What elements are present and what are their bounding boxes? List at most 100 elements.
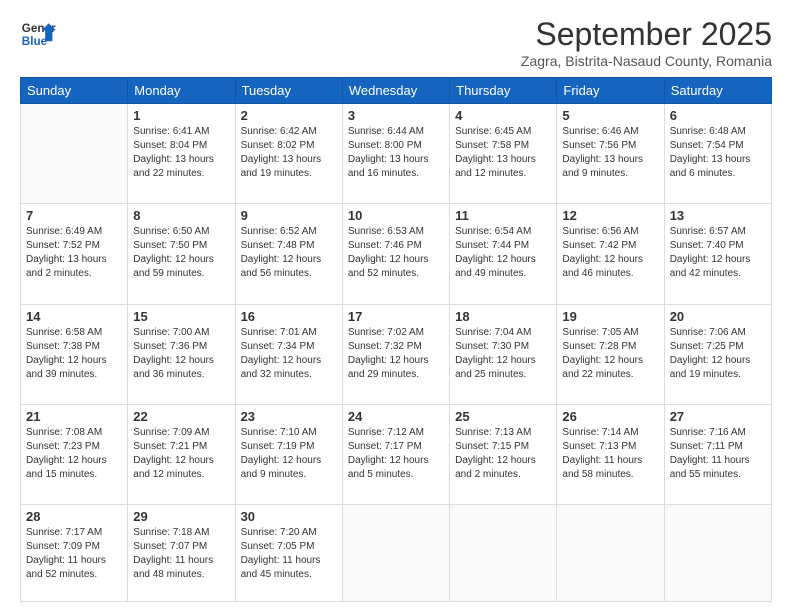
table-cell: 28Sunrise: 7:17 AM Sunset: 7:09 PM Dayli…	[21, 505, 128, 602]
day-number: 26	[562, 409, 658, 424]
day-info: Sunrise: 6:56 AM Sunset: 7:42 PM Dayligh…	[562, 225, 658, 281]
header-row: Sunday Monday Tuesday Wednesday Thursday…	[21, 78, 772, 104]
table-cell: 24 Sunrise: 7:12 AM Sunset: 7:17 PM Dayli…	[342, 404, 449, 504]
day-info: Sunrise: 6:42 AM Sunset: 8:02 PM Dayligh…	[241, 125, 337, 181]
day-info: Sunrise: 6:52 AM Sunset: 7:48 PM Dayligh…	[241, 225, 337, 281]
day-number: 23	[241, 409, 337, 424]
day-info: Sunrise: 7:14 AM Sunset: 7:13 PM Dayligh…	[562, 426, 658, 482]
day-number: 18	[455, 309, 551, 324]
day-info: Sunrise: 7:05 AM Sunset: 7:28 PM Dayligh…	[562, 326, 658, 382]
day-info: Sunrise: 7:17 AM Sunset: 7:09 PM Dayligh…	[26, 526, 122, 582]
col-wednesday: Wednesday	[342, 78, 449, 104]
table-cell: 30 Sunrise: 7:20 AM Sunset: 7:05 PM Dayli…	[235, 505, 342, 602]
col-sunday: Sunday	[21, 78, 128, 104]
col-monday: Monday	[128, 78, 235, 104]
day-info: Sunrise: 6:45 AM Sunset: 7:58 PM Dayligh…	[455, 125, 551, 181]
day-number: 11	[455, 208, 551, 223]
table-cell: 4 Sunrise: 6:45 AM Sunset: 7:58 PM Daylig…	[450, 104, 557, 204]
logo: General Blue	[20, 16, 58, 52]
day-info: Sunrise: 7:04 AM Sunset: 7:30 PM Dayligh…	[455, 326, 551, 382]
day-number: 9	[241, 208, 337, 223]
table-cell: 16Sunrise: 7:01 AM Sunset: 7:34 PM Dayli…	[235, 304, 342, 404]
table-cell: 7 Sunrise: 6:49 AM Sunset: 7:52 PM Daylig…	[21, 204, 128, 304]
table-cell: 5 Sunrise: 6:46 AM Sunset: 7:56 PM Daylig…	[557, 104, 664, 204]
day-info: Sunrise: 6:53 AM Sunset: 7:46 PM Dayligh…	[348, 225, 444, 281]
table-cell: 18 Sunrise: 7:04 AM Sunset: 7:30 PM Dayli…	[450, 304, 557, 404]
day-info: Sunrise: 7:16 AM Sunset: 7:11 PM Dayligh…	[670, 426, 766, 482]
day-number: 1	[133, 108, 229, 123]
day-number: 29	[133, 509, 229, 524]
col-thursday: Thursday	[450, 78, 557, 104]
table-cell: 27 Sunrise: 7:16 AM Sunset: 7:11 PM Dayli…	[664, 404, 771, 504]
table-cell	[557, 505, 664, 602]
table-cell: 3 Sunrise: 6:44 AM Sunset: 8:00 PM Daylig…	[342, 104, 449, 204]
page: General Blue September 2025 Zagra, Bistr…	[0, 0, 792, 612]
day-info: Sunrise: 7:01 AM Sunset: 7:34 PM Dayligh…	[241, 326, 337, 382]
day-number: 4	[455, 108, 551, 123]
table-cell: 21 Sunrise: 7:08 AM Sunset: 7:23 PM Dayli…	[21, 404, 128, 504]
day-number: 14	[26, 309, 122, 324]
day-number: 19	[562, 309, 658, 324]
day-info: Sunrise: 7:08 AM Sunset: 7:23 PM Dayligh…	[26, 426, 122, 482]
day-number: 27	[670, 409, 766, 424]
table-cell	[342, 505, 449, 602]
table-cell	[450, 505, 557, 602]
table-cell: 20 Sunrise: 7:06 AM Sunset: 7:25 PM Dayli…	[664, 304, 771, 404]
table-cell	[21, 104, 128, 204]
day-info: Sunrise: 7:18 AM Sunset: 7:07 PM Dayligh…	[133, 526, 229, 582]
day-number: 3	[348, 108, 444, 123]
day-number: 17	[348, 309, 444, 324]
table-cell: 1Sunrise: 6:41 AM Sunset: 8:04 PM Daylig…	[128, 104, 235, 204]
day-info: Sunrise: 7:00 AM Sunset: 7:36 PM Dayligh…	[133, 326, 229, 382]
table-cell: 2 Sunrise: 6:42 AM Sunset: 8:02 PM Daylig…	[235, 104, 342, 204]
table-cell: 10 Sunrise: 6:53 AM Sunset: 7:46 PM Dayli…	[342, 204, 449, 304]
day-number: 2	[241, 108, 337, 123]
title-block: September 2025 Zagra, Bistrita-Nasaud Co…	[521, 16, 772, 69]
table-cell: 17Sunrise: 7:02 AM Sunset: 7:32 PM Dayli…	[342, 304, 449, 404]
day-info: Sunrise: 7:09 AM Sunset: 7:21 PM Dayligh…	[133, 426, 229, 482]
day-number: 20	[670, 309, 766, 324]
table-cell: 26 Sunrise: 7:14 AM Sunset: 7:13 PM Dayli…	[557, 404, 664, 504]
table-cell: 19 Sunrise: 7:05 AM Sunset: 7:28 PM Dayli…	[557, 304, 664, 404]
day-number: 22	[133, 409, 229, 424]
table-cell: 23 Sunrise: 7:10 AM Sunset: 7:19 PM Dayli…	[235, 404, 342, 504]
table-cell: 29 Sunrise: 7:18 AM Sunset: 7:07 PM Dayli…	[128, 505, 235, 602]
day-number: 8	[133, 208, 229, 223]
day-number: 24	[348, 409, 444, 424]
month-title: September 2025	[521, 16, 772, 53]
day-number: 15	[133, 309, 229, 324]
day-number: 21	[26, 409, 122, 424]
day-number: 30	[241, 509, 337, 524]
day-info: Sunrise: 6:48 AM Sunset: 7:54 PM Dayligh…	[670, 125, 766, 181]
day-info: Sunrise: 6:46 AM Sunset: 7:56 PM Dayligh…	[562, 125, 658, 181]
day-number: 6	[670, 108, 766, 123]
table-cell	[664, 505, 771, 602]
day-info: Sunrise: 7:12 AM Sunset: 7:17 PM Dayligh…	[348, 426, 444, 482]
table-cell: 8 Sunrise: 6:50 AM Sunset: 7:50 PM Daylig…	[128, 204, 235, 304]
table-cell: 9 Sunrise: 6:52 AM Sunset: 7:48 PM Daylig…	[235, 204, 342, 304]
day-number: 12	[562, 208, 658, 223]
day-info: Sunrise: 7:13 AM Sunset: 7:15 PM Dayligh…	[455, 426, 551, 482]
day-number: 5	[562, 108, 658, 123]
col-friday: Friday	[557, 78, 664, 104]
day-info: Sunrise: 7:20 AM Sunset: 7:05 PM Dayligh…	[241, 526, 337, 582]
day-info: Sunrise: 6:57 AM Sunset: 7:40 PM Dayligh…	[670, 225, 766, 281]
day-info: Sunrise: 7:06 AM Sunset: 7:25 PM Dayligh…	[670, 326, 766, 382]
day-info: Sunrise: 6:50 AM Sunset: 7:50 PM Dayligh…	[133, 225, 229, 281]
day-info: Sunrise: 6:49 AM Sunset: 7:52 PM Dayligh…	[26, 225, 122, 281]
day-info: Sunrise: 6:58 AM Sunset: 7:38 PM Dayligh…	[26, 326, 122, 382]
table-cell: 11 Sunrise: 6:54 AM Sunset: 7:44 PM Dayli…	[450, 204, 557, 304]
day-info: Sunrise: 6:54 AM Sunset: 7:44 PM Dayligh…	[455, 225, 551, 281]
day-number: 7	[26, 208, 122, 223]
subtitle: Zagra, Bistrita-Nasaud County, Romania	[521, 53, 772, 69]
col-saturday: Saturday	[664, 78, 771, 104]
svg-text:Blue: Blue	[22, 35, 48, 48]
table-cell: 6 Sunrise: 6:48 AM Sunset: 7:54 PM Daylig…	[664, 104, 771, 204]
table-cell: 15 Sunrise: 7:00 AM Sunset: 7:36 PM Dayli…	[128, 304, 235, 404]
table-cell: 22 Sunrise: 7:09 AM Sunset: 7:21 PM Dayli…	[128, 404, 235, 504]
day-info: Sunrise: 6:44 AM Sunset: 8:00 PM Dayligh…	[348, 125, 444, 181]
table-cell: 13Sunrise: 6:57 AM Sunset: 7:40 PM Dayli…	[664, 204, 771, 304]
header: General Blue September 2025 Zagra, Bistr…	[20, 16, 772, 69]
day-info: Sunrise: 7:10 AM Sunset: 7:19 PM Dayligh…	[241, 426, 337, 482]
day-number: 10	[348, 208, 444, 223]
